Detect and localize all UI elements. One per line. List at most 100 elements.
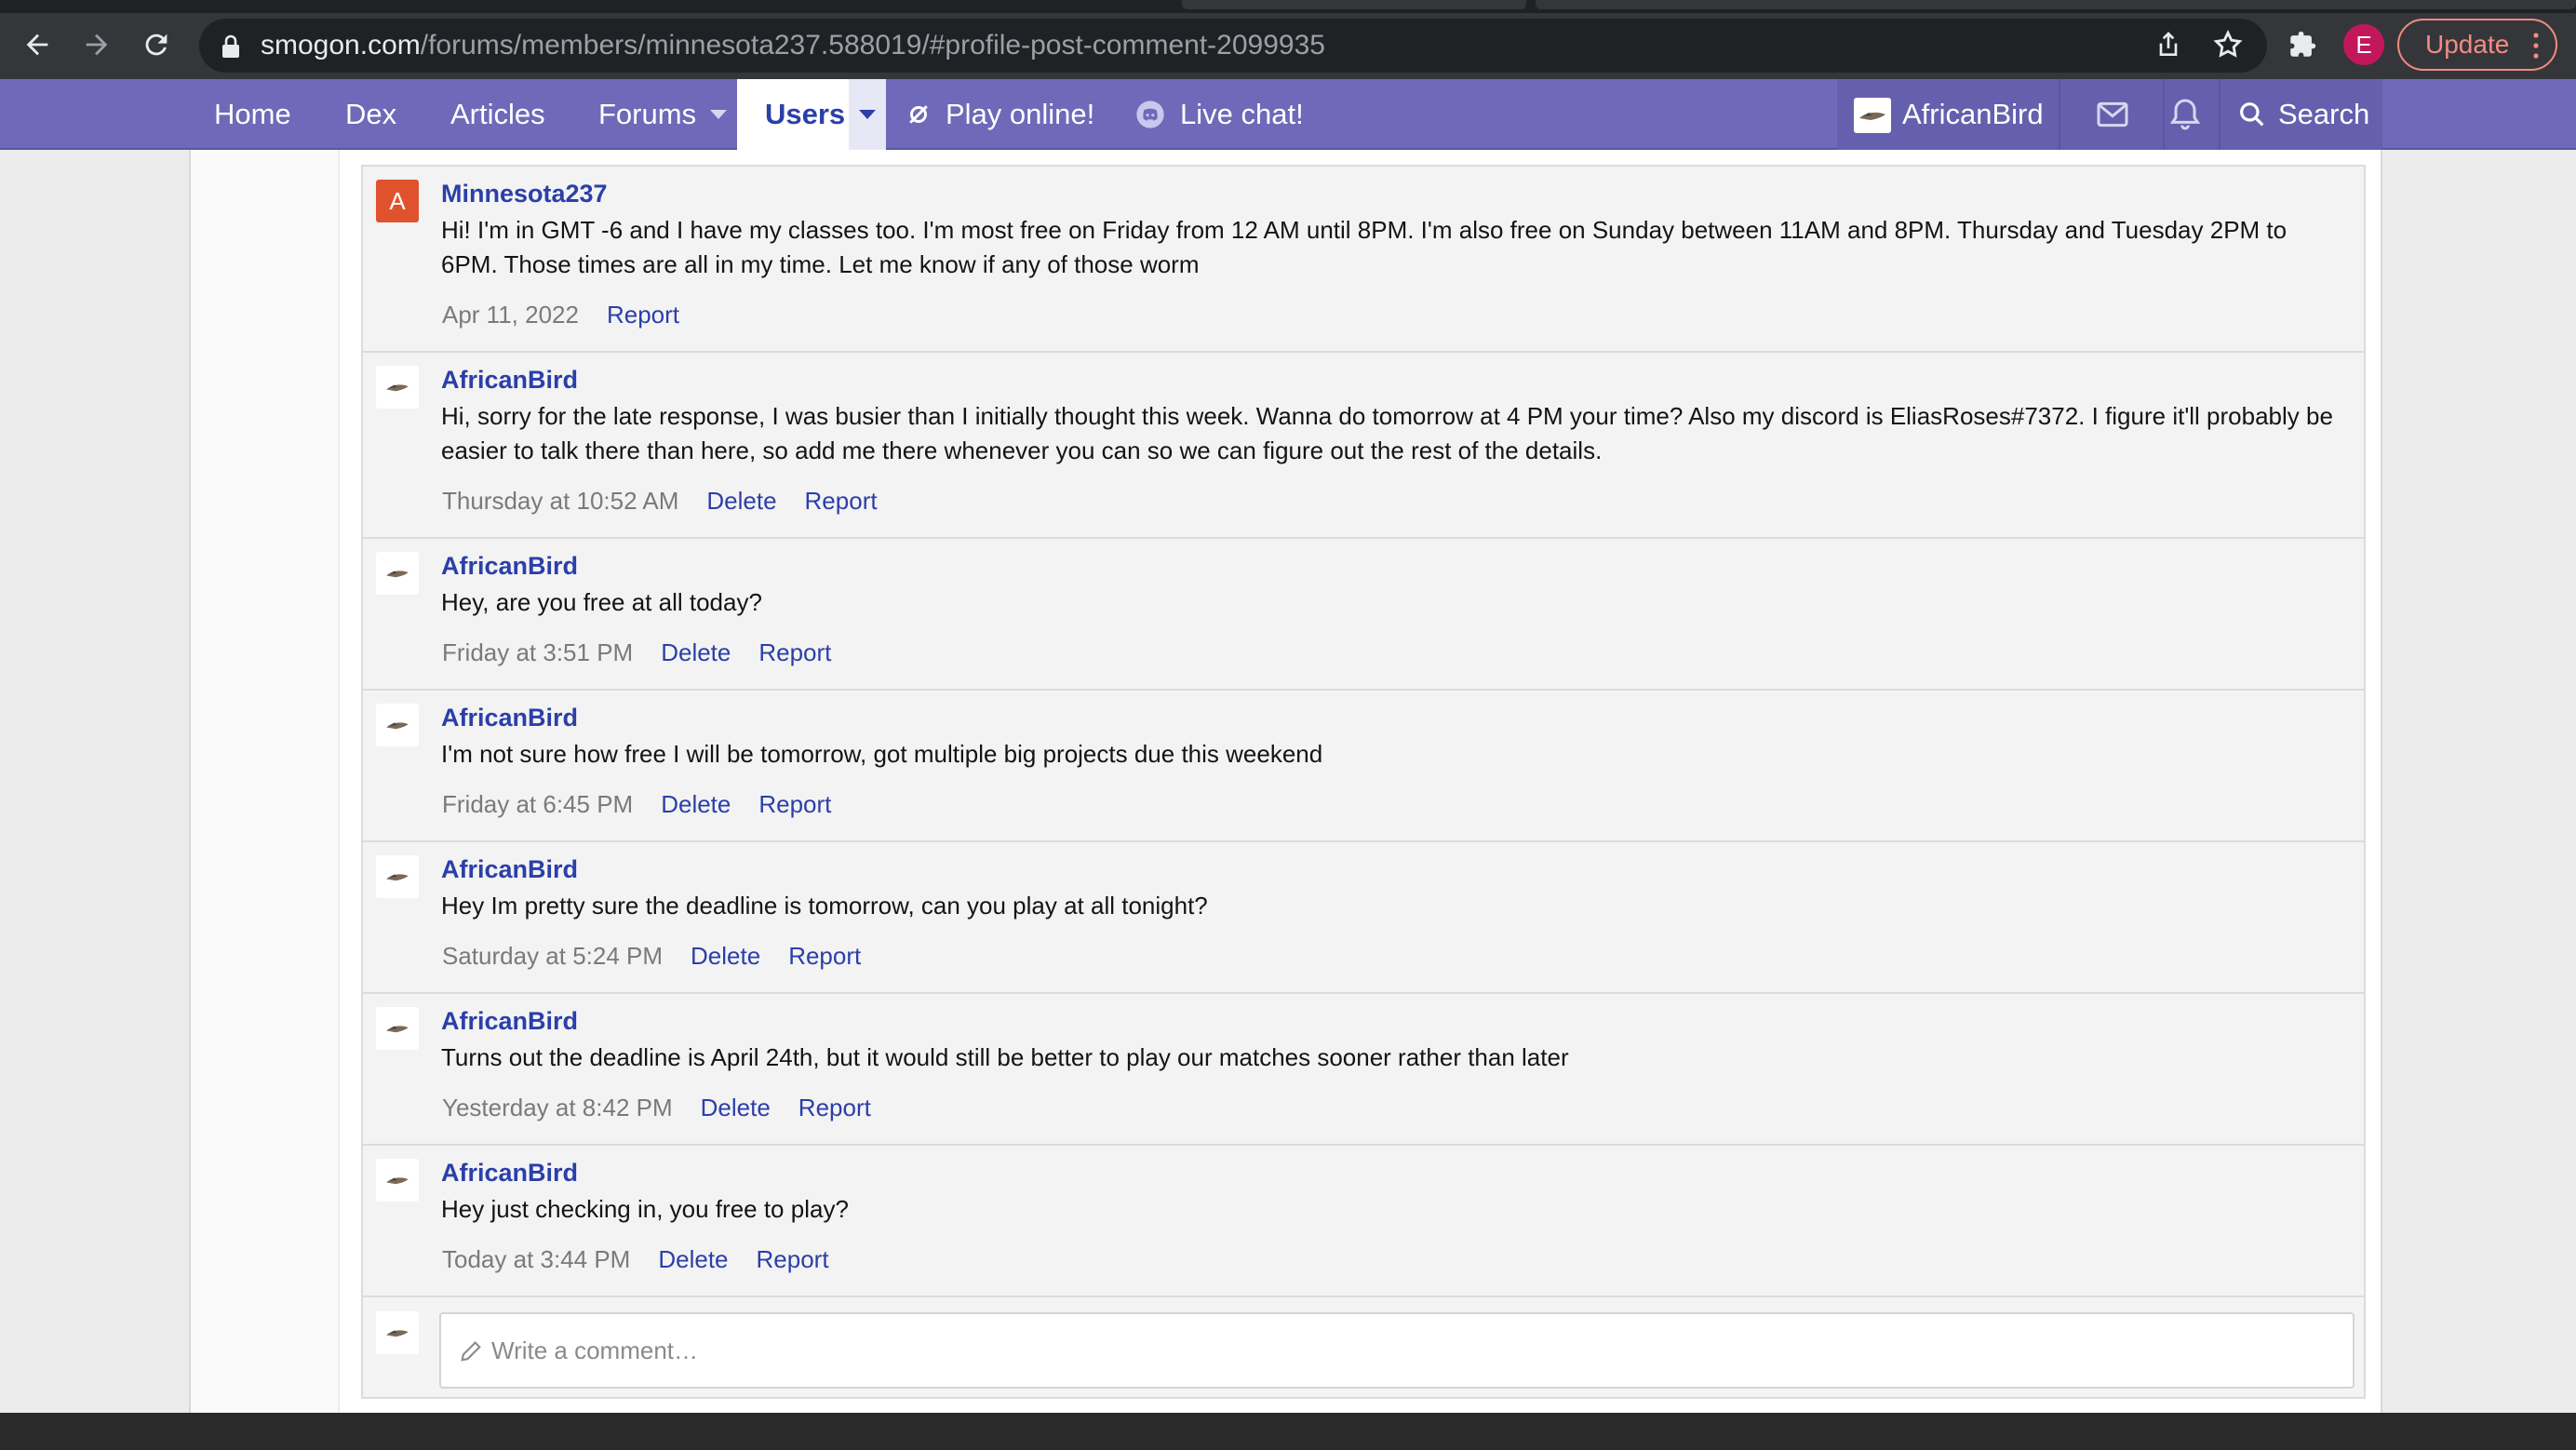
report-link[interactable]: Report — [757, 1245, 829, 1273]
report-link[interactable]: Report — [758, 790, 831, 818]
comment-item: A Minnesota237 Hi! I'm in GMT -6 and I h… — [363, 167, 2364, 353]
current-user-avatar[interactable] — [376, 1311, 419, 1354]
delete-link[interactable]: Delete — [691, 942, 760, 970]
puzzle-icon[interactable] — [2284, 26, 2321, 63]
nav-label: Home — [214, 98, 291, 130]
comment-author[interactable]: Minnesota237 — [441, 180, 608, 208]
bird-avatar-icon — [386, 1177, 409, 1185]
nav-label: Play online! — [946, 98, 1095, 130]
url-text[interactable]: smogon.com/forums/members/minnesota237.5… — [261, 30, 1325, 61]
nav-users[interactable]: Users — [737, 79, 849, 150]
more-vertical-icon[interactable] — [2533, 32, 2539, 60]
delete-link[interactable]: Delete — [661, 638, 731, 666]
comment-timestamp[interactable]: Apr 11, 2022 — [442, 301, 579, 329]
comment-avatar[interactable] — [376, 552, 419, 595]
bell-icon[interactable] — [2167, 96, 2204, 133]
showdown-icon — [909, 105, 928, 124]
comment-meta: Today at 3:44 PM Delete Report — [442, 1245, 829, 1274]
comment-meta: Thursday at 10:52 AM Delete Report — [442, 487, 878, 516]
comment-author[interactable]: AfricanBird — [441, 552, 578, 581]
delete-link[interactable]: Delete — [706, 487, 776, 515]
back-arrow-icon[interactable] — [13, 20, 61, 69]
comment-avatar[interactable]: A — [376, 180, 419, 222]
pencil-icon — [461, 1341, 481, 1362]
star-icon[interactable] — [2209, 26, 2247, 63]
comment-timestamp[interactable]: Friday at 6:45 PM — [442, 790, 633, 818]
write-comment-placeholder: Write a comment… — [491, 1336, 699, 1364]
lock-icon[interactable] — [220, 34, 242, 59]
page-background: A Minnesota237 Hi! I'm in GMT -6 and I h… — [0, 150, 2576, 1450]
reload-icon[interactable] — [132, 20, 181, 69]
tab[interactable] — [1182, 0, 1526, 9]
comment-text: I'm not sure how free I will be tomorrow… — [441, 740, 1323, 768]
username-label: AfricanBird — [1902, 98, 2044, 130]
nav-label: Articles — [450, 98, 545, 130]
nav-label: Users — [765, 98, 846, 130]
report-link[interactable]: Report — [805, 487, 878, 515]
address-bar[interactable]: smogon.com/forums/members/minnesota237.5… — [199, 19, 2267, 73]
comment-timestamp[interactable]: Friday at 3:51 PM — [442, 638, 633, 666]
tab-strip — [0, 0, 2576, 13]
tab[interactable] — [1536, 0, 2576, 9]
nav-play-online[interactable]: Play online! — [905, 79, 1094, 150]
nav-label: Forums — [598, 98, 697, 130]
comment-timestamp[interactable]: Yesterday at 8:42 PM — [442, 1094, 673, 1121]
forums-dropdown-toggle[interactable] — [700, 79, 737, 150]
comment-item: AfricanBird Hey just checking in, you fr… — [363, 1146, 2364, 1297]
comment-thread: A Minnesota237 Hi! I'm in GMT -6 and I h… — [361, 165, 2366, 1399]
user-account-link[interactable]: AfricanBird — [1902, 79, 2044, 150]
search-button[interactable]: Search — [2237, 79, 2369, 150]
report-link[interactable]: Report — [758, 638, 831, 666]
discord-icon — [1136, 101, 1164, 128]
comment-meta: Friday at 3:51 PM Delete Report — [442, 638, 831, 667]
delete-link[interactable]: Delete — [658, 1245, 728, 1273]
comment-text: Hey Im pretty sure the deadline is tomor… — [441, 892, 1208, 920]
comment-author[interactable]: AfricanBird — [441, 366, 578, 395]
write-comment-input[interactable]: Write a comment… — [439, 1312, 2355, 1389]
comment-item: AfricanBird Hey Im pretty sure the deadl… — [363, 842, 2364, 994]
nav-forums[interactable]: Forums — [598, 79, 696, 150]
window-bottom-edge — [0, 1413, 2576, 1450]
users-dropdown-toggle[interactable] — [849, 79, 886, 150]
comment-text: Hey just checking in, you free to play? — [441, 1195, 849, 1223]
comment-author[interactable]: AfricanBird — [441, 1007, 578, 1036]
delete-link[interactable]: Delete — [701, 1094, 771, 1121]
nav-home[interactable]: Home — [214, 79, 291, 150]
share-icon[interactable] — [2150, 26, 2187, 63]
nav-live-chat[interactable]: Live chat! — [1135, 79, 1304, 150]
comment-text: Turns out the deadline is April 24th, bu… — [441, 1043, 1569, 1071]
comment-item: AfricanBird I'm not sure how free I will… — [363, 691, 2364, 842]
comment-avatar[interactable] — [376, 704, 419, 746]
comment-meta: Saturday at 5:24 PM Delete Report — [442, 942, 861, 971]
nav-articles[interactable]: Articles — [450, 79, 545, 150]
comment-avatar[interactable] — [376, 366, 419, 409]
delete-link[interactable]: Delete — [661, 790, 731, 818]
comment-avatar[interactable] — [376, 1159, 419, 1202]
forward-arrow-icon[interactable] — [73, 20, 121, 69]
comment-timestamp[interactable]: Saturday at 5:24 PM — [442, 942, 663, 970]
nav-divider — [2059, 79, 2060, 150]
profile-avatar[interactable]: E — [2343, 24, 2384, 65]
comment-avatar[interactable] — [376, 855, 419, 898]
report-link[interactable]: Report — [788, 942, 861, 970]
comment-author[interactable]: AfricanBird — [441, 855, 578, 884]
update-button[interactable]: Update — [2397, 19, 2557, 71]
site-navigation: Home Dex Articles Forums Users Play onli… — [0, 79, 2576, 150]
comment-author[interactable]: AfricanBird — [441, 1159, 578, 1188]
report-link[interactable]: Report — [798, 1094, 871, 1121]
report-link[interactable]: Report — [607, 301, 679, 329]
nav-label: Dex — [345, 98, 397, 130]
nav-label: Live chat! — [1180, 98, 1304, 130]
comment-timestamp[interactable]: Thursday at 10:52 AM — [442, 487, 678, 515]
nav-dex[interactable]: Dex — [345, 79, 396, 150]
comment-avatar[interactable] — [376, 1007, 419, 1050]
comment-author[interactable]: AfricanBird — [441, 704, 578, 732]
browser-toolbar: smogon.com/forums/members/minnesota237.5… — [0, 0, 2576, 79]
comment-meta: Yesterday at 8:42 PM Delete Report — [442, 1094, 871, 1122]
user-avatar[interactable] — [1854, 98, 1891, 133]
comment-meta: Apr 11, 2022 Report — [442, 301, 679, 329]
envelope-icon[interactable] — [2094, 96, 2131, 133]
chevron-down-icon — [859, 110, 876, 119]
bird-avatar-icon — [386, 722, 409, 730]
comment-timestamp[interactable]: Today at 3:44 PM — [442, 1245, 630, 1273]
